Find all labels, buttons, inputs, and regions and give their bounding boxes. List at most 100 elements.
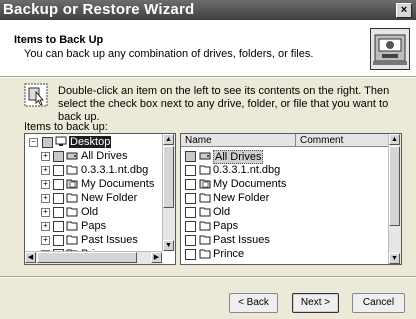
folder-icon <box>66 235 78 245</box>
folder-icon <box>66 193 78 203</box>
list-item-label: 0.3.3.1.nt.dbg <box>213 164 281 176</box>
scroll-thumb[interactable] <box>389 146 400 226</box>
list-item[interactable]: Old <box>185 206 385 219</box>
list-checkbox[interactable] <box>185 193 196 204</box>
scroll-up-icon[interactable]: ▲ <box>389 134 400 145</box>
window-title: Backup or Restore Wizard <box>3 1 195 18</box>
footer-divider <box>0 276 416 278</box>
instruction-text: Double-click an item on the left to see … <box>58 85 390 123</box>
list-item-label: My Documents <box>213 178 287 190</box>
tree-checkbox[interactable] <box>53 221 64 232</box>
list-vertical-scrollbar[interactable]: ▲ ▼ <box>388 134 401 264</box>
folder-icon <box>66 221 78 231</box>
backup-wizard-icon <box>370 28 410 70</box>
page-subtitle: You can back up any combination of drive… <box>24 48 314 60</box>
drive-icon <box>199 152 211 160</box>
list-item[interactable]: 0.3.3.1.nt.dbg <box>185 164 385 177</box>
expand-icon[interactable]: + <box>41 208 50 217</box>
list-item-label: Paps <box>213 220 239 232</box>
tree-item-label: Paps <box>81 220 107 232</box>
tree-checkbox[interactable] <box>53 207 64 218</box>
close-button[interactable]: × <box>396 3 412 18</box>
tree-checkbox[interactable] <box>53 151 64 162</box>
tree-checkbox[interactable] <box>53 165 64 176</box>
scroll-down-icon[interactable]: ▼ <box>389 253 400 264</box>
list-item-label: Prince <box>213 248 245 260</box>
list-checkbox[interactable] <box>185 151 196 162</box>
scroll-right-icon[interactable]: ▶ <box>151 252 162 263</box>
documents-icon <box>66 179 78 189</box>
tree-item-label: All Drives <box>81 150 128 162</box>
tree-checkbox[interactable] <box>53 193 64 204</box>
collapse-icon[interactable]: − <box>29 138 38 147</box>
tree-checkbox[interactable] <box>42 137 53 148</box>
column-header-comment[interactable]: Comment <box>296 134 389 147</box>
list-checkbox[interactable] <box>185 235 196 246</box>
scroll-thumb[interactable] <box>163 146 174 208</box>
list-item[interactable]: New Folder <box>185 192 385 205</box>
list-item-label: New Folder <box>213 192 270 204</box>
folder-icon <box>199 235 211 245</box>
tree-item-paps[interactable]: + Paps <box>25 220 165 233</box>
list-item[interactable]: All Drives <box>185 150 385 164</box>
items-to-back-up-label: Items to back up: <box>24 121 108 133</box>
folder-icon <box>66 207 78 217</box>
folder-icon <box>199 193 211 203</box>
column-header-name[interactable]: Name <box>181 134 296 147</box>
tree-item-new-folder[interactable]: + New Folder <box>25 192 165 205</box>
expand-icon[interactable]: + <box>41 180 50 189</box>
cancel-button[interactable]: Cancel <box>352 293 405 313</box>
items-list-view[interactable]: Name Comment All Drives 0.3.3.1.nt.dbg M… <box>180 133 402 265</box>
list-checkbox[interactable] <box>185 249 196 260</box>
tree-item-label: Old <box>81 206 99 218</box>
list-checkbox[interactable] <box>185 221 196 232</box>
list-item[interactable]: My Documents <box>185 178 385 191</box>
tree-item-old[interactable]: + Old <box>25 206 165 219</box>
folder-icon <box>199 249 211 259</box>
back-button[interactable]: < Back <box>229 293 278 313</box>
next-button[interactable]: Next > <box>292 293 339 313</box>
expand-icon[interactable]: + <box>41 152 50 161</box>
backup-wizard-window: Backup or Restore Wizard × Items to Back… <box>0 0 416 319</box>
expand-icon[interactable]: + <box>41 194 50 203</box>
tree-item-label: 0.3.3.1.nt.dbg <box>81 164 149 176</box>
tree-checkbox[interactable] <box>53 235 64 246</box>
drive-icon <box>66 152 78 160</box>
tree-item-label: New Folder <box>81 192 138 204</box>
folder-icon <box>199 165 211 175</box>
title-bar[interactable]: Backup or Restore Wizard × <box>0 0 416 20</box>
list-item-label: Old <box>213 206 231 218</box>
header-divider <box>0 77 416 78</box>
folder-icon <box>199 221 211 231</box>
tree-item-all-drives[interactable]: + All Drives <box>25 150 165 163</box>
list-item[interactable]: Prince <box>185 248 385 261</box>
folder-icon <box>199 207 211 217</box>
scroll-left-icon[interactable]: ◀ <box>25 252 36 263</box>
tree-horizontal-scrollbar[interactable]: ◀ ▶ <box>25 251 162 264</box>
tree-item-my-documents[interactable]: + My Documents <box>25 178 165 191</box>
tree-item-label: Past Issues <box>81 234 138 246</box>
expand-icon[interactable]: + <box>41 166 50 175</box>
tree-item-past-issues[interactable]: + Past Issues <box>25 234 165 247</box>
list-checkbox[interactable] <box>185 165 196 176</box>
list-checkbox[interactable] <box>185 207 196 218</box>
tree-item-dbg[interactable]: + 0.3.3.1.nt.dbg <box>25 164 165 177</box>
scroll-down-icon[interactable]: ▼ <box>163 240 174 251</box>
expand-icon[interactable]: + <box>41 236 50 245</box>
expand-icon[interactable]: + <box>41 222 50 231</box>
tree-item-desktop[interactable]: − Desktop <box>25 136 165 149</box>
scroll-up-icon[interactable]: ▲ <box>163 134 174 145</box>
tree-vertical-scrollbar[interactable]: ▲ ▼ <box>162 134 175 251</box>
list-item[interactable]: Past Issues <box>185 234 385 247</box>
folder-icon <box>66 165 78 175</box>
tree-item-label: My Documents <box>81 178 155 190</box>
scroll-thumb[interactable] <box>37 252 137 263</box>
documents-icon <box>199 179 211 189</box>
desktop-icon <box>55 136 67 146</box>
tree-checkbox[interactable] <box>53 179 64 190</box>
items-tree-view[interactable]: − Desktop + All Drives + 0.3.3.1.nt.dbg … <box>24 133 176 265</box>
list-checkbox[interactable] <box>185 179 196 190</box>
list-item[interactable]: Paps <box>185 220 385 233</box>
page-title: Items to Back Up <box>14 34 104 46</box>
wizard-header: Items to Back Up You can back up any com… <box>0 20 416 77</box>
